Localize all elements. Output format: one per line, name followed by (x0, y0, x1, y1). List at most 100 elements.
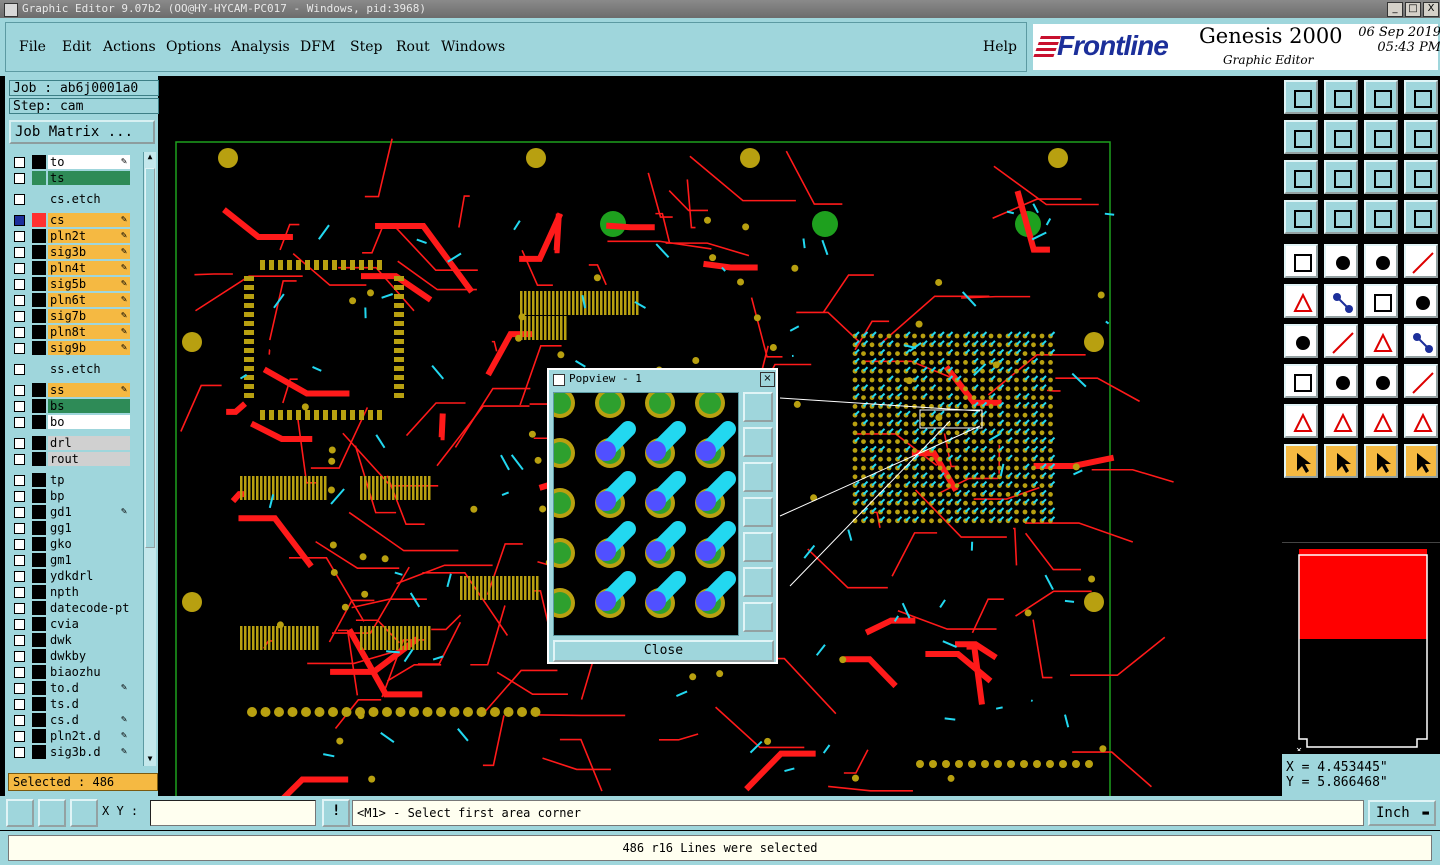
layer-row[interactable]: dwkby (10, 648, 132, 664)
layer-checkbox[interactable] (14, 438, 25, 449)
layer-name[interactable]: gg1 (48, 521, 130, 535)
layer-color-swatch[interactable] (32, 521, 46, 535)
layer-color-swatch[interactable] (32, 261, 46, 275)
layer-name[interactable]: drl (48, 436, 130, 450)
layer-name[interactable]: bo (48, 415, 130, 429)
layer-name[interactable]: pln2t ✎ (48, 229, 130, 243)
layer-color-swatch[interactable] (32, 633, 46, 647)
layer-row[interactable]: drl (10, 435, 132, 451)
layer-color-swatch[interactable] (32, 171, 46, 185)
layer-row[interactable]: gd1 ✎ (10, 504, 132, 520)
open-icon[interactable] (1284, 80, 1318, 114)
copy-icon[interactable] (1404, 284, 1438, 318)
layer-checkbox[interactable] (14, 263, 25, 274)
layer-name[interactable]: sig5b ✎ (48, 277, 130, 291)
layer-row[interactable]: rout (10, 451, 132, 467)
scroll-down-icon[interactable]: ▼ (145, 754, 155, 766)
layer-color-swatch[interactable] (32, 325, 46, 339)
layer-color-swatch[interactable] (32, 362, 46, 376)
contour-icon[interactable] (1404, 404, 1438, 438)
layer-name[interactable]: bp (48, 489, 130, 503)
layer-row[interactable]: tp (10, 472, 132, 488)
layer-name[interactable]: pln2t.d ✎ (48, 729, 130, 743)
export-icon[interactable] (1324, 120, 1358, 154)
zoom-center-icon[interactable] (1324, 160, 1358, 194)
layer-color-swatch[interactable] (32, 192, 46, 206)
save-icon[interactable] (1324, 80, 1358, 114)
layer-checkbox[interactable] (14, 364, 25, 375)
layer-color-swatch[interactable] (32, 585, 46, 599)
layer-name[interactable]: gm1 (48, 553, 130, 567)
layer-name[interactable]: rout (48, 452, 130, 466)
layer-row[interactable]: pln4t ✎ (10, 260, 132, 276)
layer-row[interactable]: cvia (10, 616, 132, 632)
xy-input[interactable] (150, 800, 316, 826)
layer-row[interactable]: gm1 (10, 552, 132, 568)
menu-actions[interactable]: Actions (103, 39, 156, 55)
layer-name[interactable]: ts (48, 171, 130, 185)
layer-row[interactable]: dwk (10, 632, 132, 648)
layer-name[interactable]: to ✎ (48, 155, 130, 169)
layer-name[interactable]: cs.d ✎ (48, 713, 130, 727)
layer-checkbox[interactable] (14, 603, 25, 614)
layer-checkbox[interactable] (14, 587, 25, 598)
layer-color-swatch[interactable] (32, 293, 46, 307)
layer-checkbox[interactable] (14, 667, 25, 678)
layer-row[interactable]: sig3b ✎ (10, 244, 132, 260)
layer-color-swatch[interactable] (32, 473, 46, 487)
redo-icon[interactable] (1404, 120, 1438, 154)
layer-list-scrollbar[interactable]: ▲ ▼ (143, 152, 156, 766)
grid-toggle-icon[interactable] (70, 799, 98, 827)
layer-name[interactable]: datecode-pth (48, 601, 130, 615)
home-icon[interactable] (1364, 80, 1398, 114)
slash-icon[interactable] (1324, 324, 1358, 358)
layer-checkbox[interactable] (14, 747, 25, 758)
layers-icon[interactable] (1364, 200, 1398, 234)
popview-zoom-in-icon[interactable] (743, 602, 773, 632)
minimize-button[interactable]: _ (1387, 2, 1403, 17)
fit-icon[interactable] (1404, 80, 1438, 114)
layer-name[interactable]: to.d ✎ (48, 681, 130, 695)
layer-checkbox[interactable] (14, 475, 25, 486)
layer-row[interactable]: pln8t ✎ (10, 324, 132, 340)
pointer-icon[interactable] (1284, 444, 1318, 478)
layer-color-swatch[interactable] (32, 399, 46, 413)
layer-color-swatch[interactable] (32, 155, 46, 169)
layer-checkbox[interactable] (14, 635, 25, 646)
layer-color-swatch[interactable] (32, 665, 46, 679)
layer-name[interactable]: sig3b ✎ (48, 245, 130, 259)
ruler-icon[interactable] (1364, 244, 1398, 278)
select-area-icon[interactable] (1324, 404, 1358, 438)
layer-row[interactable]: to ✎ (10, 154, 132, 170)
layer-name[interactable]: pln4t ✎ (48, 261, 130, 275)
layer-checkbox[interactable] (14, 651, 25, 662)
layer-checkbox[interactable] (14, 215, 25, 226)
layer-color-swatch[interactable] (32, 245, 46, 259)
layer-checkbox[interactable] (14, 173, 25, 184)
layer-color-swatch[interactable] (32, 505, 46, 519)
layer-row[interactable]: sig7b ✎ (10, 308, 132, 324)
surface-icon[interactable] (1404, 244, 1438, 278)
menu-step[interactable]: Step (350, 39, 382, 55)
popview-pan-left-icon[interactable] (743, 497, 773, 527)
layer-checkbox[interactable] (14, 279, 25, 290)
layer-row[interactable]: cs ✎ (10, 212, 132, 228)
layer-row[interactable]: ts (10, 170, 132, 186)
minus-icon[interactable] (1324, 364, 1358, 398)
layer-row[interactable]: ydkdrl (10, 568, 132, 584)
layer-name[interactable]: cvia (48, 617, 130, 631)
help-icon[interactable] (1404, 160, 1438, 194)
layer-row[interactable]: sig5b ✎ (10, 276, 132, 292)
layer-checkbox[interactable] (14, 731, 25, 742)
layer-checkbox[interactable] (14, 454, 25, 465)
close-window-button[interactable]: X (1423, 2, 1439, 17)
layer-color-swatch[interactable] (32, 713, 46, 727)
layer-color-swatch[interactable] (32, 452, 46, 466)
layer-color-swatch[interactable] (32, 569, 46, 583)
undo-icon[interactable] (1364, 120, 1398, 154)
layer-color-swatch[interactable] (32, 415, 46, 429)
layer-checkbox[interactable] (14, 311, 25, 322)
span-icon[interactable] (1364, 364, 1398, 398)
mirror-icon[interactable] (1404, 324, 1438, 358)
select-icon[interactable] (1324, 444, 1358, 478)
